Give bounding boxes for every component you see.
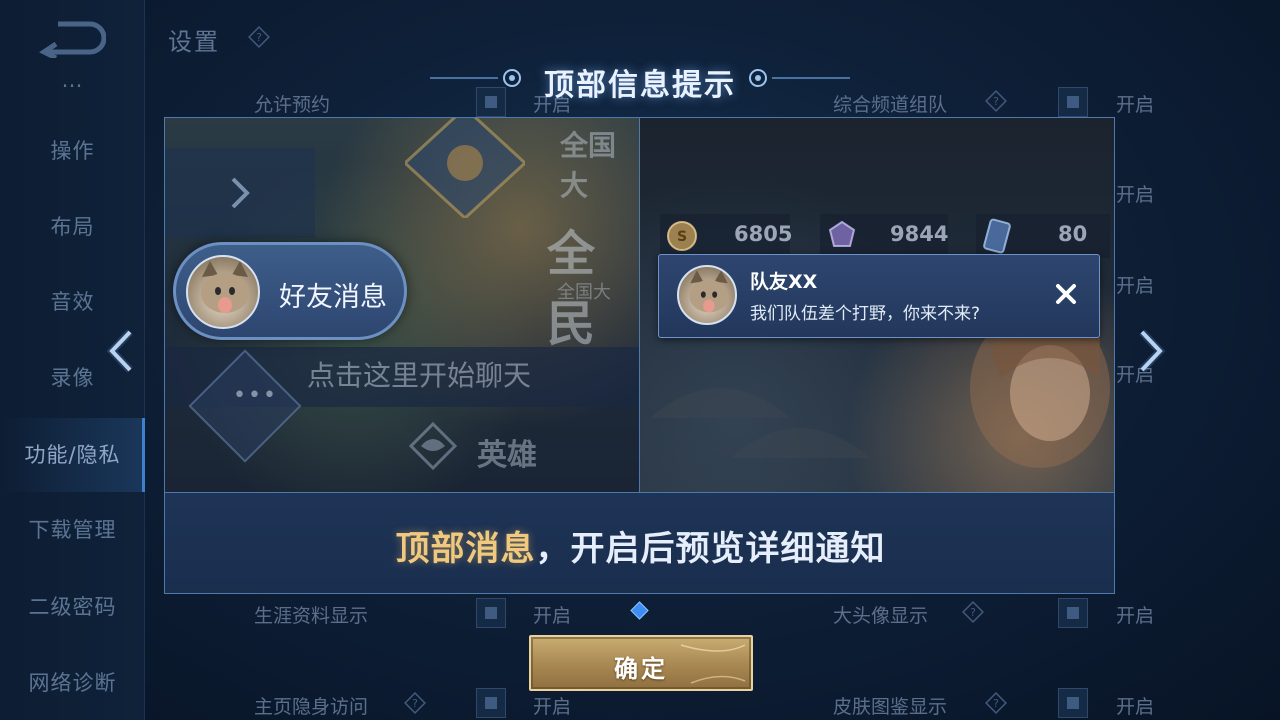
help-icon[interactable]: ?	[248, 26, 270, 48]
currency-value: 80	[1058, 222, 1088, 246]
setting-value: 开启	[1116, 275, 1155, 297]
setting-value: 开启	[1116, 696, 1155, 718]
currency-coins: S 6805	[660, 214, 793, 258]
nav-item-features-privacy[interactable]: 功能/隐私	[0, 418, 145, 492]
help-icon[interactable]: ?	[962, 601, 984, 623]
preview-dim	[165, 118, 639, 492]
svg-text:?: ?	[256, 31, 262, 44]
nav-item-controls[interactable]: 操作	[0, 136, 145, 166]
setting-label-stealth-visit: 主页隐身访问	[254, 696, 369, 718]
setting-label-career-profile: 生涯资料显示	[254, 605, 369, 627]
setting-value: 开启	[1116, 94, 1155, 116]
currency-value: 9844	[890, 222, 949, 246]
preview-right: S 6805 9844 80 队友XX 我们队伍差个打野，你来不来?	[640, 118, 1114, 492]
setting-label-allow-reservation: 允许预约	[254, 94, 331, 116]
page-title: 设置	[168, 28, 220, 56]
umbrella-decor	[650, 388, 870, 458]
cat-avatar-icon	[689, 270, 729, 313]
nav-item-layout[interactable]: 布局	[0, 212, 145, 242]
checkbox-stealth-visit[interactable]	[476, 688, 506, 718]
setting-label-skin-collection: 皮肤图鉴显示	[833, 696, 948, 718]
top-notification: 队友XX 我们队伍差个打野，你来不来?	[658, 254, 1100, 338]
svg-text:?: ?	[970, 606, 976, 619]
preview-left: 全国大 全民 全国大 点击这里开始聊天 ••• 英雄 好友消息	[165, 118, 639, 492]
setting-value: 开启	[533, 605, 572, 627]
svg-text:?: ?	[412, 697, 418, 710]
svg-text:S: S	[677, 229, 687, 245]
card-icon	[983, 218, 1011, 254]
notification-sender: 队友XX	[750, 271, 818, 293]
close-icon[interactable]	[1053, 281, 1079, 307]
svg-text:?: ?	[993, 697, 999, 710]
caption-highlight: 顶部消息	[395, 529, 536, 569]
nav-item-network-diagnosis[interactable]: 网络诊断	[0, 668, 145, 698]
help-icon[interactable]: ?	[985, 90, 1007, 112]
help-icon[interactable]: ?	[985, 692, 1007, 714]
checkbox-career-profile[interactable]	[476, 598, 506, 628]
currency-cards: 80	[976, 214, 1110, 258]
chevron-right-icon[interactable]	[1134, 328, 1168, 374]
nav-item-secondary-password[interactable]: 二级密码	[0, 592, 145, 622]
confirm-label: 确定	[614, 655, 668, 683]
nav-item-sound[interactable]: 音效	[0, 287, 145, 317]
currency-bar: S 6805 9844 80	[660, 214, 1110, 258]
nav-item-download[interactable]: 下载管理	[0, 515, 145, 545]
modal-title: 顶部信息提示	[544, 68, 736, 103]
caption-bar: 顶部消息，开启后预览详细通知	[165, 492, 1114, 593]
checkbox-large-avatar[interactable]	[1058, 598, 1088, 628]
setting-label-large-avatar: 大头像显示	[833, 605, 929, 627]
preview-caption: 顶部消息，开启后预览详细通知	[165, 521, 1114, 570]
preview-panel: 全国大 全民 全国大 点击这里开始聊天 ••• 英雄 好友消息 S 6805 9…	[164, 117, 1115, 594]
coin-icon: S	[667, 221, 697, 251]
currency-value: 6805	[734, 222, 793, 246]
currency-gems: 9844	[820, 214, 948, 258]
modal-header: 顶部信息提示	[420, 56, 860, 103]
svg-text:?: ?	[993, 95, 999, 108]
confirm-button[interactable]: 确定	[529, 635, 753, 691]
nav-item-previous[interactable]: …	[0, 68, 145, 98]
notification-message: 我们队伍差个打野，你来不来?	[750, 304, 981, 324]
help-icon[interactable]: ?	[404, 692, 426, 714]
setting-value: 开启	[533, 696, 572, 718]
chevron-left-icon[interactable]	[104, 328, 138, 374]
caption-rest: ，开启后预览详细通知	[535, 529, 886, 569]
checkbox-skin-collection[interactable]	[1058, 688, 1088, 718]
setting-value: 开启	[1116, 605, 1155, 627]
checkbox-channel-team[interactable]	[1058, 87, 1088, 117]
setting-value: 开启	[1116, 184, 1155, 206]
avatar	[677, 265, 737, 325]
back-arrow-icon[interactable]	[38, 18, 106, 58]
gem-icon	[828, 220, 856, 247]
